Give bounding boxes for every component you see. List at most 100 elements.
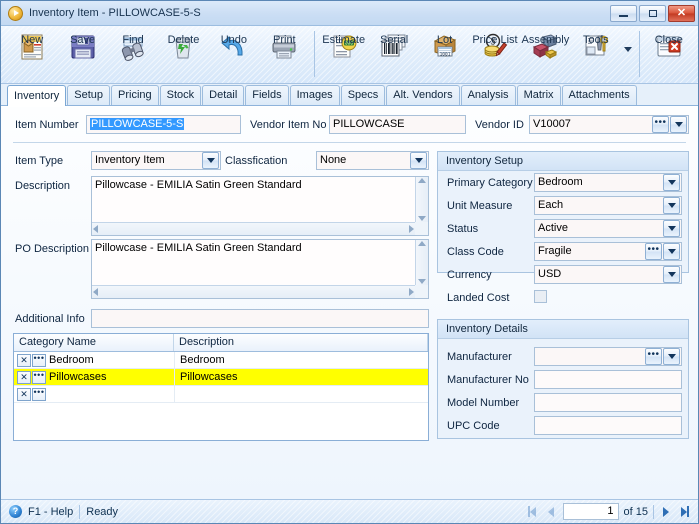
item-number-input[interactable]: PILLOWCASE-5-S xyxy=(86,115,241,134)
vendor-id-chevron-down-icon[interactable] xyxy=(670,116,687,133)
manufacturer-lookup-icon[interactable]: ••• xyxy=(645,348,662,365)
column-header-description[interactable]: Description xyxy=(174,334,428,351)
upc-code-input[interactable] xyxy=(534,416,682,435)
row-delete-icon[interactable]: ✕ xyxy=(17,370,31,384)
class-code-lookup-icon[interactable]: ••• xyxy=(645,243,662,260)
save-button-label: Save xyxy=(70,34,96,46)
class-code-combo[interactable]: Fragile ••• xyxy=(534,242,682,261)
new-button[interactable]: New xyxy=(7,29,57,81)
tab-matrix[interactable]: Matrix xyxy=(516,85,561,105)
primary-category-chevron-down-icon[interactable] xyxy=(663,174,680,191)
po-scroll-right-icon[interactable] xyxy=(409,288,414,296)
landed-cost-checkbox[interactable] xyxy=(534,290,547,303)
table-row[interactable]: ✕ ••• Bedroom Bedroom xyxy=(14,352,428,369)
currency-combo[interactable]: USD xyxy=(534,265,682,284)
currency-value: USD xyxy=(538,268,562,280)
cell-divider xyxy=(174,386,175,402)
status-text: Ready xyxy=(86,505,119,518)
close-button[interactable]: ✕ xyxy=(668,4,695,22)
first-record-button[interactable] xyxy=(525,505,539,519)
classification-combo[interactable]: None xyxy=(316,151,429,170)
classification-chevron-down-icon[interactable] xyxy=(410,152,427,169)
unit-measure-combo[interactable]: Each xyxy=(534,196,682,215)
price-list-button[interactable]: $ Price List xyxy=(470,29,520,81)
po-description-horizontal-scrollbar[interactable] xyxy=(92,285,415,298)
last-record-button[interactable] xyxy=(678,505,692,519)
class-code-chevron-down-icon[interactable] xyxy=(663,243,680,260)
po-scroll-down-icon[interactable] xyxy=(418,279,426,284)
table-row[interactable]: ✕ ••• Pillowcases Pillowcases xyxy=(14,369,428,386)
tab-fields[interactable]: Fields xyxy=(245,85,289,105)
table-row[interactable]: ✕ ••• xyxy=(14,386,428,403)
lot-button-label: Lot xyxy=(436,34,453,46)
estimate-button[interactable]: 000 Estimate xyxy=(319,29,369,81)
vendor-id-lookup-icon[interactable]: ••• xyxy=(652,116,669,133)
row-description: Bedroom xyxy=(180,354,225,366)
minimize-button[interactable] xyxy=(610,4,637,22)
column-header-category-name[interactable]: Category Name xyxy=(14,334,174,351)
model-number-input[interactable] xyxy=(534,393,682,412)
close-toolbar-button[interactable]: Close xyxy=(644,29,694,81)
delete-button[interactable]: Delete xyxy=(158,29,208,81)
record-number-input[interactable]: 1 xyxy=(562,503,619,520)
po-scroll-left-icon[interactable] xyxy=(93,288,98,296)
scroll-right-icon[interactable] xyxy=(409,225,414,233)
tab-attachments[interactable]: Attachments xyxy=(561,85,637,105)
tools-dropdown-arrow-icon[interactable] xyxy=(621,29,635,81)
row-lookup-icon[interactable]: ••• xyxy=(32,387,46,401)
description-horizontal-scrollbar[interactable] xyxy=(92,222,415,235)
manufacturer-chevron-down-icon[interactable] xyxy=(663,348,680,365)
print-button[interactable]: Print xyxy=(259,29,309,81)
tools-button[interactable]: Tools xyxy=(571,29,621,81)
item-type-combo[interactable]: Inventory Item xyxy=(91,151,221,170)
help-label[interactable]: F1 - Help xyxy=(28,506,73,518)
tab-setup[interactable]: Setup xyxy=(67,85,110,105)
row-lookup-icon[interactable]: ••• xyxy=(32,370,46,384)
po-scroll-up-icon[interactable] xyxy=(418,241,426,246)
row-delete-icon[interactable]: ✕ xyxy=(17,353,31,367)
scroll-up-icon[interactable] xyxy=(418,178,426,183)
undo-button[interactable]: Undo xyxy=(209,29,259,81)
description-memo[interactable]: Pillowcase - EMILIA Satin Green Standard xyxy=(91,176,429,236)
description-vertical-scrollbar[interactable] xyxy=(415,177,428,222)
status-chevron-down-icon[interactable] xyxy=(663,220,680,237)
po-description-memo[interactable]: Pillowcase - EMILIA Satin Green Standard xyxy=(91,239,429,299)
scroll-down-icon[interactable] xyxy=(418,216,426,221)
find-button[interactable]: Find xyxy=(108,29,158,81)
tab-stock[interactable]: Stock xyxy=(159,85,202,105)
item-type-chevron-down-icon[interactable] xyxy=(202,152,219,169)
inventory-details-title: Inventory Details xyxy=(438,320,688,339)
status-combo[interactable]: Active xyxy=(534,219,682,238)
tab-alt-vendors[interactable]: Alt. Vendors xyxy=(386,85,460,105)
previous-record-button[interactable] xyxy=(544,505,558,519)
scroll-left-icon[interactable] xyxy=(93,225,98,233)
manufacturer-no-input[interactable] xyxy=(534,370,682,389)
primary-category-combo[interactable]: Bedroom xyxy=(534,173,682,192)
po-description-vertical-scrollbar[interactable] xyxy=(415,240,428,285)
tab-pricing[interactable]: Pricing xyxy=(111,85,159,105)
additional-info-input[interactable] xyxy=(91,309,429,328)
vendor-item-no-input[interactable]: PILLOWCASE xyxy=(329,115,466,134)
tab-inventory[interactable]: Inventory xyxy=(7,85,67,106)
vendor-id-combo[interactable]: V10007 ••• xyxy=(529,115,689,134)
tab-specs[interactable]: Specs xyxy=(340,85,386,105)
save-button[interactable]: Save xyxy=(57,29,107,81)
currency-chevron-down-icon[interactable] xyxy=(663,266,680,283)
row-lookup-icon[interactable]: ••• xyxy=(32,353,46,367)
tab-images[interactable]: Images xyxy=(289,85,340,105)
maximize-button[interactable] xyxy=(639,4,666,22)
lot-button[interactable]: 1001 Lot xyxy=(419,29,469,81)
manufacturer-combo[interactable]: ••• xyxy=(534,347,682,366)
help-icon[interactable]: ? xyxy=(9,505,22,518)
unit-measure-chevron-down-icon[interactable] xyxy=(663,197,680,214)
unit-measure-value: Each xyxy=(538,199,564,211)
tab-analysis[interactable]: Analysis xyxy=(460,85,516,105)
category-grid[interactable]: Category Name Description ✕ ••• Bedroom … xyxy=(13,333,429,441)
inventory-setup-body: Primary Category Bedroom Unit Measure Ea… xyxy=(438,171,688,304)
next-record-button[interactable] xyxy=(659,505,673,519)
tab-detail[interactable]: Detail xyxy=(202,85,245,105)
row-delete-icon[interactable]: ✕ xyxy=(17,387,31,401)
inventory-item-window: Inventory Item - PILLOWCASE-5-S ✕ New Sa… xyxy=(0,0,699,524)
assembly-button[interactable]: Assembly xyxy=(520,29,570,81)
serial-button[interactable]: Serial xyxy=(369,29,419,81)
